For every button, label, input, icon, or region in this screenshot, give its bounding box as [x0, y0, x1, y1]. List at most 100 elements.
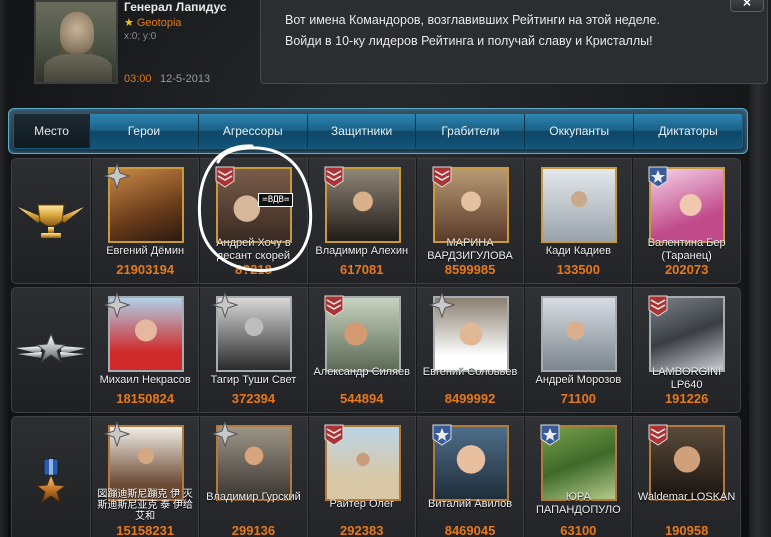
player-score: 544894	[340, 391, 384, 406]
header: Генерал Лапидус ★ Geotopia x:0; y:0 03:00…	[24, 0, 768, 100]
star-icon: ★	[124, 17, 134, 29]
player-score: 372394	[231, 391, 276, 406]
player-name: LAMBORGINI LP640	[652, 366, 722, 391]
rank-badge-icon	[212, 163, 238, 189]
player-name: Виталий Авилов	[427, 498, 513, 510]
player-card[interactable]: Владимир Гурский 299136	[199, 416, 308, 537]
rank-row-1: Евгений Дёмин 21903194 =ВДВ= Андрей Хочу…	[11, 158, 741, 284]
player-name[interactable]: Генерал Лапидус	[124, 0, 227, 14]
player-card[interactable]: LAMBORGINI LP640 191226	[632, 287, 741, 413]
rank-badge-icon	[429, 163, 455, 189]
player-card[interactable]: Waldemar LOSKAN 190958	[632, 416, 741, 537]
player-name: Тагир Туши Свет	[210, 374, 297, 386]
player-card[interactable]: Владимир Алехин 617081	[307, 158, 416, 284]
player-name: 図蹦迪斯尼蹦克 伊 灭斯迪斯尼亚克 泰 伊给艾和	[97, 489, 193, 522]
player-name: Михаил Некрасов	[99, 374, 191, 386]
rank-badge-icon	[321, 292, 347, 318]
rank-badge-icon	[103, 162, 131, 190]
rank-badge-icon	[645, 292, 671, 318]
rank-badge-icon	[645, 163, 671, 189]
player-card[interactable]: ЮРА ПАПАНДОПУЛО 63100	[524, 416, 633, 537]
silver-wings-icon	[16, 332, 86, 363]
rank-badge-icon	[537, 421, 563, 447]
tab-occupants[interactable]: Оккупанты	[525, 114, 635, 148]
alliance-label: Geotopia	[136, 17, 182, 29]
avatar-face	[60, 12, 94, 54]
player-card[interactable]: Виталий Авилов 8469045	[415, 416, 525, 537]
rank-place-1	[11, 158, 91, 284]
rank-badge-icon	[211, 291, 239, 319]
vdv-tag: =ВДВ=	[258, 193, 294, 207]
player-card[interactable]: Александр Силяев 544894	[307, 287, 416, 413]
player-portrait	[541, 296, 618, 372]
rank-badge-icon	[321, 163, 347, 189]
player-score: 133500	[556, 262, 601, 277]
player-score: 8?218	[235, 262, 272, 277]
close-button[interactable]: ×	[730, 0, 764, 12]
player-card[interactable]: =ВДВ= Андрей Хочу в десант скорей 8?218	[199, 158, 308, 284]
avatar-armor	[44, 54, 112, 82]
rank-badge-icon	[645, 421, 671, 447]
player-score: 18150824	[116, 391, 175, 406]
player-name: Андрей Хочу в десант скорей	[216, 237, 291, 262]
rank-badge-icon	[429, 421, 455, 447]
rank-badge-icon	[103, 291, 131, 319]
player-score: 292383	[340, 523, 384, 537]
tab-dictators[interactable]: Диктаторы	[634, 114, 742, 148]
rank-place-3	[11, 416, 91, 537]
player-name: ЮРА ПАПАНДОПУЛО	[536, 491, 621, 516]
gold-trophy-icon	[18, 204, 84, 238]
player-card[interactable]: Валентина Бер (Таранец) 202073	[632, 158, 741, 284]
ranking-tabs: Место Герои Агрессоры Защитники Грабител…	[8, 108, 748, 154]
player-avatar[interactable]	[34, 0, 118, 84]
player-score: 63100	[560, 523, 597, 537]
player-score: 202073	[664, 262, 709, 277]
server-time: 03:00	[124, 73, 152, 85]
player-name: Евгений Дёмин	[106, 245, 185, 257]
player-score: 71100	[560, 391, 597, 406]
tab-place[interactable]: Место	[14, 114, 90, 148]
bronze-medal-icon	[35, 458, 67, 504]
rank-badge-icon	[103, 420, 131, 448]
info-box: Вот имена Командоров, возглавивших Рейти…	[260, 0, 768, 84]
player-card[interactable]: Михаил Некрасов 18150824	[91, 287, 200, 413]
player-card[interactable]: Андрей Морозов 71100	[524, 287, 633, 413]
player-score: 8599985	[444, 262, 496, 277]
player-card[interactable]: Тагир Туши Свет 372394	[199, 287, 308, 413]
player-score: 8499992	[444, 391, 496, 406]
player-portrait	[541, 167, 618, 243]
rank-place-2	[11, 287, 91, 413]
rank-badge-icon	[428, 291, 456, 319]
player-name: Александр Силяев	[313, 366, 410, 378]
tab-aggressors[interactable]: Агрессоры	[198, 114, 308, 148]
player-coords: x:0; y:0	[124, 31, 157, 42]
info-line-2: Войди в 10-ку лидеров Рейтинга и получай…	[285, 34, 653, 48]
player-name: Владимир Гурский	[206, 491, 301, 503]
info-line-1: Вот имена Командоров, возглавивших Рейти…	[285, 13, 660, 27]
alliance-name[interactable]: ★ Geotopia	[124, 16, 182, 29]
server-date: 12-5-2013	[160, 73, 211, 85]
player-card[interactable]: Евгений Соловьев 8499992	[415, 287, 525, 413]
player-card[interactable]: МАРИНА ВАРДЗИГУЛОВА 8599985	[415, 158, 525, 284]
rank-badge-icon	[211, 420, 239, 448]
player-score: 299136	[231, 523, 276, 537]
tab-defenders[interactable]: Защитники	[307, 114, 417, 148]
frame-edge-left	[0, 0, 8, 537]
player-score: 21903194	[116, 262, 175, 277]
rank-row-3: 図蹦迪斯尼蹦克 伊 灭斯迪斯尼亚克 泰 伊给艾和 15158231 Владим…	[11, 416, 741, 537]
player-card[interactable]: Райтер Олег 292383	[307, 416, 416, 537]
tab-heroes[interactable]: Герои	[90, 114, 199, 148]
player-name: Райтер Олег	[329, 498, 394, 510]
player-score: 191226	[664, 391, 709, 406]
player-name: Евгений Соловьев	[422, 366, 518, 378]
player-name: Владимир Алехин	[315, 245, 409, 257]
player-card[interactable]: Кади Кадиев 133500	[524, 158, 633, 284]
player-score: 15158231	[116, 523, 175, 537]
player-score: 617081	[340, 262, 384, 277]
player-name: Waldemar LOSKAN	[637, 491, 736, 503]
player-score: 190958	[664, 523, 709, 537]
player-card[interactable]: Евгений Дёмин 21903194	[91, 158, 200, 284]
tab-robbers[interactable]: Грабители	[416, 114, 526, 148]
player-card[interactable]: 図蹦迪斯尼蹦克 伊 灭斯迪斯尼亚克 泰 伊给艾和 15158231	[91, 416, 200, 537]
player-name: Андрей Морозов	[535, 374, 622, 386]
